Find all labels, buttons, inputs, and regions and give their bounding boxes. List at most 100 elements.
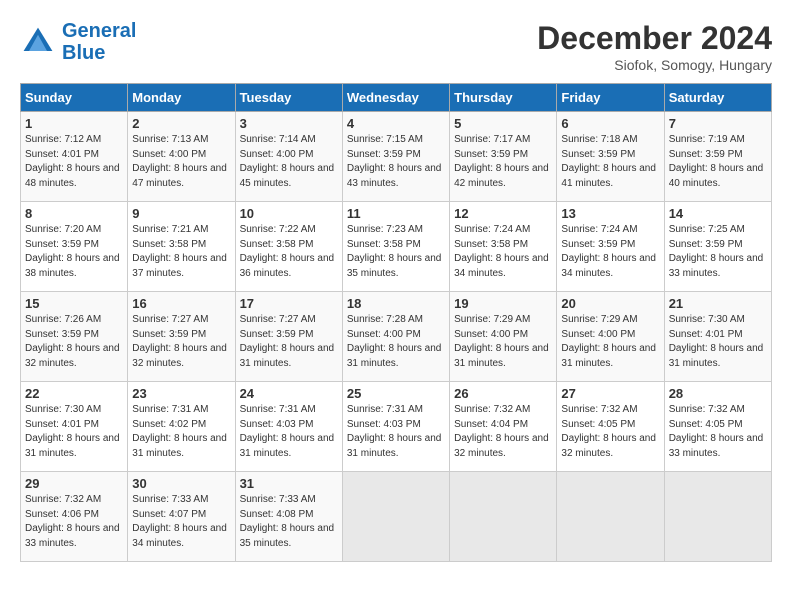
calendar-cell: 19 Sunrise: 7:29 AMSunset: 4:00 PMDayligh…	[450, 292, 557, 382]
day-number: 15	[25, 296, 123, 311]
weekday-header-tuesday: Tuesday	[235, 84, 342, 112]
calendar-cell	[342, 472, 449, 562]
day-info: Sunrise: 7:30 AMSunset: 4:01 PMDaylight:…	[25, 403, 123, 461]
logo-line1: General	[62, 20, 136, 42]
day-number: 7	[669, 116, 767, 131]
calendar-week-3: 15Sunrise: 7:26 AMSunset: 3:59 PMDayligh…	[21, 292, 772, 382]
day-info: Sunrise: 7:23 AMSunset: 3:58 PMDaylight:…	[347, 223, 445, 281]
calendar-cell: 6 Sunrise: 7:18 AMSunset: 3:59 PMDaylight…	[557, 112, 664, 202]
day-number: 28	[669, 386, 767, 401]
calendar-cell: 11 Sunrise: 7:23 AMSunset: 3:58 PMDayligh…	[342, 202, 449, 292]
calendar-cell: 25 Sunrise: 7:31 AMSunset: 4:03 PMDayligh…	[342, 382, 449, 472]
day-number: 3	[240, 116, 338, 131]
calendar-cell: 26 Sunrise: 7:32 AMSunset: 4:04 PMDayligh…	[450, 382, 557, 472]
calendar-cell: 12 Sunrise: 7:24 AMSunset: 3:58 PMDayligh…	[450, 202, 557, 292]
day-info: Sunrise: 7:12 AMSunset: 4:01 PMDaylight:…	[25, 133, 123, 191]
calendar-cell: 29Sunrise: 7:32 AMSunset: 4:06 PMDayligh…	[21, 472, 128, 562]
day-info: Sunrise: 7:27 AMSunset: 3:59 PMDaylight:…	[132, 313, 230, 371]
calendar-cell: 13 Sunrise: 7:24 AMSunset: 3:59 PMDayligh…	[557, 202, 664, 292]
day-info: Sunrise: 7:24 AMSunset: 3:58 PMDaylight:…	[454, 223, 552, 281]
calendar-cell: 27Sunrise: 7:32 AMSunset: 4:05 PMDayligh…	[557, 382, 664, 472]
day-number: 4	[347, 116, 445, 131]
calendar-week-1: 1Sunrise: 7:12 AMSunset: 4:01 PMDaylight…	[21, 112, 772, 202]
calendar-cell: 17Sunrise: 7:27 AMSunset: 3:59 PMDayligh…	[235, 292, 342, 382]
calendar-week-4: 22 Sunrise: 7:30 AMSunset: 4:01 PMDayligh…	[21, 382, 772, 472]
day-number: 25	[347, 386, 445, 401]
calendar-week-5: 29Sunrise: 7:32 AMSunset: 4:06 PMDayligh…	[21, 472, 772, 562]
day-info: Sunrise: 7:25 AMSunset: 3:59 PMDaylight:…	[669, 223, 767, 281]
weekday-header-wednesday: Wednesday	[342, 84, 449, 112]
calendar-cell: 10Sunrise: 7:22 AMSunset: 3:58 PMDayligh…	[235, 202, 342, 292]
weekday-header-friday: Friday	[557, 84, 664, 112]
day-info: Sunrise: 7:31 AMSunset: 4:03 PMDaylight:…	[240, 403, 338, 461]
day-number: 17	[240, 296, 338, 311]
calendar-cell: 16 Sunrise: 7:27 AMSunset: 3:59 PMDayligh…	[128, 292, 235, 382]
calendar-cell	[557, 472, 664, 562]
day-info: Sunrise: 7:32 AMSunset: 4:05 PMDaylight:…	[561, 403, 659, 461]
day-number: 23	[132, 386, 230, 401]
day-info: Sunrise: 7:28 AMSunset: 4:00 PMDaylight:…	[347, 313, 445, 371]
calendar-cell: 4 Sunrise: 7:15 AMSunset: 3:59 PMDaylight…	[342, 112, 449, 202]
day-info: Sunrise: 7:32 AMSunset: 4:05 PMDaylight:…	[669, 403, 767, 461]
day-number: 20	[561, 296, 659, 311]
day-info: Sunrise: 7:14 AMSunset: 4:00 PMDaylight:…	[240, 133, 338, 191]
day-number: 12	[454, 206, 552, 221]
day-info: Sunrise: 7:24 AMSunset: 3:59 PMDaylight:…	[561, 223, 659, 281]
day-number: 11	[347, 206, 445, 221]
calendar-cell: 2Sunrise: 7:13 AMSunset: 4:00 PMDaylight…	[128, 112, 235, 202]
day-number: 26	[454, 386, 552, 401]
day-info: Sunrise: 7:33 AMSunset: 4:07 PMDaylight:…	[132, 493, 230, 551]
logo-line2: Blue	[62, 42, 105, 64]
calendar-cell: 18 Sunrise: 7:28 AMSunset: 4:00 PMDayligh…	[342, 292, 449, 382]
calendar-cell: 22 Sunrise: 7:30 AMSunset: 4:01 PMDayligh…	[21, 382, 128, 472]
day-info: Sunrise: 7:21 AMSunset: 3:58 PMDaylight:…	[132, 223, 230, 281]
calendar-cell: 30Sunrise: 7:33 AMSunset: 4:07 PMDayligh…	[128, 472, 235, 562]
calendar-cell	[450, 472, 557, 562]
day-info: Sunrise: 7:18 AMSunset: 3:59 PMDaylight:…	[561, 133, 659, 191]
day-info: Sunrise: 7:31 AMSunset: 4:03 PMDaylight:…	[347, 403, 445, 461]
day-number: 18	[347, 296, 445, 311]
day-number: 14	[669, 206, 767, 221]
calendar-cell: 9 Sunrise: 7:21 AMSunset: 3:58 PMDaylight…	[128, 202, 235, 292]
day-number: 21	[669, 296, 767, 311]
calendar-cell: 15Sunrise: 7:26 AMSunset: 3:59 PMDayligh…	[21, 292, 128, 382]
weekday-header-sunday: Sunday	[21, 84, 128, 112]
day-info: Sunrise: 7:15 AMSunset: 3:59 PMDaylight:…	[347, 133, 445, 191]
day-info: Sunrise: 7:22 AMSunset: 3:58 PMDaylight:…	[240, 223, 338, 281]
day-number: 8	[25, 206, 123, 221]
day-info: Sunrise: 7:19 AMSunset: 3:59 PMDaylight:…	[669, 133, 767, 191]
day-number: 9	[132, 206, 230, 221]
calendar-cell: 28 Sunrise: 7:32 AMSunset: 4:05 PMDayligh…	[664, 382, 771, 472]
weekday-header-monday: Monday	[128, 84, 235, 112]
calendar-cell: 21 Sunrise: 7:30 AMSunset: 4:01 PMDayligh…	[664, 292, 771, 382]
calendar-cell: 14 Sunrise: 7:25 AMSunset: 3:59 PMDayligh…	[664, 202, 771, 292]
calendar-cell: 8Sunrise: 7:20 AMSunset: 3:59 PMDaylight…	[21, 202, 128, 292]
calendar-cell: 7 Sunrise: 7:19 AMSunset: 3:59 PMDaylight…	[664, 112, 771, 202]
day-number: 6	[561, 116, 659, 131]
calendar-cell: 3 Sunrise: 7:14 AMSunset: 4:00 PMDaylight…	[235, 112, 342, 202]
calendar-cell: 23 Sunrise: 7:31 AMSunset: 4:02 PMDayligh…	[128, 382, 235, 472]
day-info: Sunrise: 7:32 AMSunset: 4:04 PMDaylight:…	[454, 403, 552, 461]
month-title: December 2024	[537, 20, 772, 57]
day-number: 5	[454, 116, 552, 131]
day-info: Sunrise: 7:33 AMSunset: 4:08 PMDaylight:…	[240, 493, 338, 551]
calendar-week-2: 8Sunrise: 7:20 AMSunset: 3:59 PMDaylight…	[21, 202, 772, 292]
weekday-header-row: SundayMondayTuesdayWednesdayThursdayFrid…	[21, 84, 772, 112]
day-info: Sunrise: 7:30 AMSunset: 4:01 PMDaylight:…	[669, 313, 767, 371]
weekday-header-thursday: Thursday	[450, 84, 557, 112]
day-info: Sunrise: 7:32 AMSunset: 4:06 PMDaylight:…	[25, 493, 123, 551]
day-number: 16	[132, 296, 230, 311]
calendar-table: SundayMondayTuesdayWednesdayThursdayFrid…	[20, 83, 772, 562]
day-number: 13	[561, 206, 659, 221]
day-info: Sunrise: 7:31 AMSunset: 4:02 PMDaylight:…	[132, 403, 230, 461]
calendar-cell: 31Sunrise: 7:33 AMSunset: 4:08 PMDayligh…	[235, 472, 342, 562]
logo-icon	[20, 24, 56, 60]
day-number: 19	[454, 296, 552, 311]
day-number: 24	[240, 386, 338, 401]
calendar-cell: 24 Sunrise: 7:31 AMSunset: 4:03 PMDayligh…	[235, 382, 342, 472]
logo-text: General Blue	[62, 20, 136, 64]
day-number: 22	[25, 386, 123, 401]
day-number: 2	[132, 116, 230, 131]
weekday-header-saturday: Saturday	[664, 84, 771, 112]
day-info: Sunrise: 7:29 AMSunset: 4:00 PMDaylight:…	[454, 313, 552, 371]
